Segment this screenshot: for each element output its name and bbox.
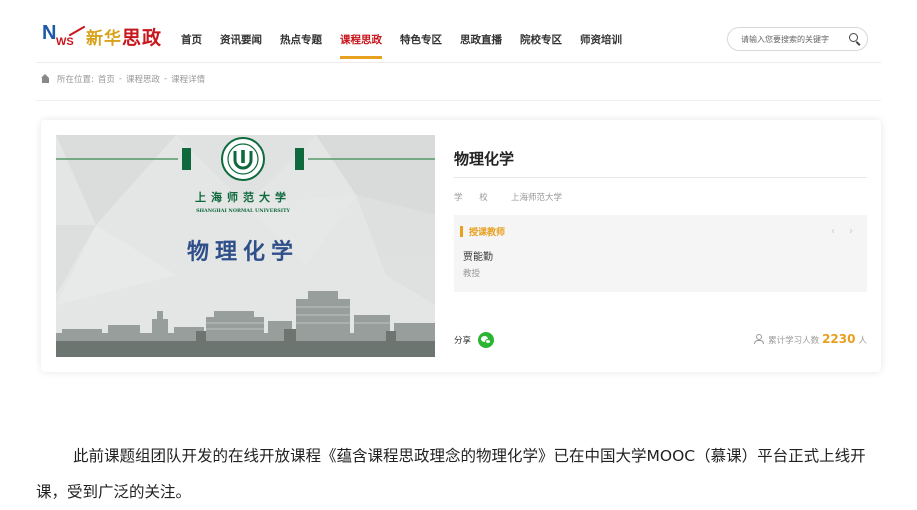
learners-stats: 累计学习人数 2230 人 xyxy=(754,332,867,346)
top-navigation-bar: N WS 新华思政 首页 资讯要闻 热点专题 课程思政 特色专区 思政直播 院校专… xyxy=(0,0,917,62)
search-input[interactable] xyxy=(741,34,845,44)
breadcrumb-item-course-ideology[interactable]: 课程思政 xyxy=(126,73,160,85)
search-box xyxy=(727,27,868,51)
breadcrumb-divider xyxy=(36,100,881,101)
course-cover-image[interactable]: 上海师范大学 SHANGHAI NORMAL UNIVERSITY 物理化学 xyxy=(56,135,435,357)
teacher-name[interactable]: 贾能勤 xyxy=(463,248,493,263)
main-nav: 首页 资讯要闻 热点专题 课程思政 特色专区 思政直播 院校专区 师资培训 xyxy=(172,0,631,62)
teacher-section-header: 授课教师 xyxy=(454,225,506,238)
breadcrumb-prefix: 所在位置: xyxy=(57,75,94,85)
school-row: 学 校 上海师范大学 xyxy=(454,191,562,203)
cover-university-en: SHANGHAI NORMAL UNIVERSITY xyxy=(196,208,290,214)
share-label: 分享 xyxy=(454,336,472,346)
university-seal-icon xyxy=(221,137,265,181)
logo-text: 新华思政 xyxy=(86,26,163,49)
teacher-title: 教授 xyxy=(463,269,481,279)
nav-item-course-ideology[interactable]: 课程思政 xyxy=(331,0,391,62)
chevron-left-icon[interactable]: ‹ xyxy=(831,226,835,237)
teacher-section-label: 授课教师 xyxy=(469,227,506,238)
school-label: 学 校 xyxy=(454,193,495,203)
section-marker xyxy=(460,225,463,237)
learners-unit: 人 xyxy=(858,336,867,346)
nav-item-live[interactable]: 思政直播 xyxy=(451,0,511,62)
nav-item-teacher-training[interactable]: 师资培训 xyxy=(571,0,631,62)
news-logo-mark: N WS xyxy=(42,22,86,50)
course-title: 物理化学 xyxy=(454,150,515,168)
course-card: 上海师范大学 SHANGHAI NORMAL UNIVERSITY 物理化学 物… xyxy=(41,120,881,372)
title-divider xyxy=(454,177,867,178)
share-row: 分享 xyxy=(454,332,495,348)
article-paragraph: 此前课题组团队开发的在线开放课程《蕴含课程思政理念的物理化学》已在中国大学MOO… xyxy=(36,446,866,501)
cover-university-cn: 上海师范大学 xyxy=(195,190,291,204)
cover-course-name: 物理化学 xyxy=(187,239,299,265)
site-logo[interactable]: N WS 新华思政 xyxy=(42,20,162,52)
learners-count: 2230 xyxy=(822,332,856,346)
breadcrumb-item-home[interactable]: 首页 xyxy=(98,73,115,85)
nav-item-news[interactable]: 资讯要闻 xyxy=(211,0,271,62)
school-value[interactable]: 上海师范大学 xyxy=(511,191,562,203)
user-icon xyxy=(754,334,765,344)
nav-item-college-zone[interactable]: 院校专区 xyxy=(511,0,571,62)
nav-divider xyxy=(36,62,881,63)
chevron-right-icon[interactable]: › xyxy=(849,226,853,237)
nav-item-hot-topics[interactable]: 热点专题 xyxy=(271,0,331,62)
home-icon xyxy=(40,73,51,85)
breadcrumb-separator: - xyxy=(118,74,122,84)
teacher-panel: 授课教师 ‹ › 贾能勤 教授 xyxy=(454,215,867,292)
breadcrumb: 所在位置: 首页 - 课程思政 - 课程详情 xyxy=(40,73,205,85)
nav-item-featured-zone[interactable]: 特色专区 xyxy=(391,0,451,62)
breadcrumb-item-course-detail: 课程详情 xyxy=(171,75,206,85)
wechat-icon[interactable] xyxy=(478,332,495,348)
nav-item-home[interactable]: 首页 xyxy=(172,0,211,62)
search-icon[interactable] xyxy=(847,31,863,47)
breadcrumb-separator: - xyxy=(163,74,168,84)
learners-label: 累计学习人数 xyxy=(768,336,820,346)
